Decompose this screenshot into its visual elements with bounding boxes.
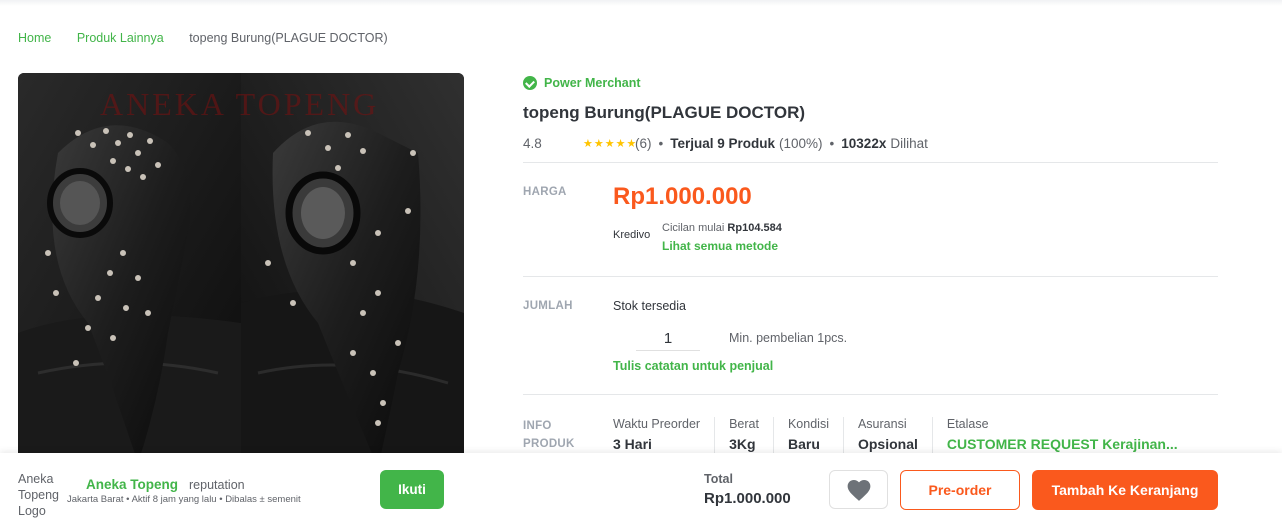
divider (523, 394, 1218, 395)
breadcrumb: Home Produk Lainnya topeng Burung(PLAGUE… (18, 31, 410, 45)
installment-info: Cicilan mulai Rp104.584 (662, 222, 782, 234)
quantity-label: JUMLAH (523, 300, 573, 312)
rating-stars-icon: ★★★★★ (583, 138, 638, 150)
info-key: Berat (729, 417, 759, 431)
price-value: Rp1.000.000 (613, 183, 752, 210)
product-stats: 4.8 ★★★★★ (6) • Terjual 9 Produk (100%) … (523, 136, 928, 151)
bottom-action-bar: Aneka Topeng Logo Aneka Topeng reputatio… (0, 453, 1282, 520)
separator-dot: • (829, 136, 835, 151)
info-key: Kondisi (787, 417, 829, 431)
verified-badge-icon (523, 76, 537, 90)
sold-percentage: (100%) (779, 136, 823, 151)
follow-button[interactable]: Ikuti (380, 470, 444, 509)
shop-name-link[interactable]: Aneka Topeng (86, 477, 178, 492)
info-col-condition: Kondisi Baru (788, 417, 844, 457)
power-merchant-label: Power Merchant (544, 76, 641, 90)
product-info-columns: Waktu Preorder 3 Hari Berat 3Kg Kondisi … (613, 417, 1206, 457)
heart-icon (847, 479, 870, 501)
installment-prefix: Cicilan mulai (662, 222, 725, 234)
rating-value: 4.8 (523, 136, 542, 151)
seller-note-link[interactable]: Tulis catatan untuk penjual (613, 359, 773, 373)
price-label: HARGA (523, 186, 567, 198)
info-key: Waktu Preorder (613, 417, 701, 431)
info-col-preorder: Waktu Preorder 3 Hari (613, 417, 716, 457)
wishlist-button[interactable] (829, 470, 888, 509)
sold-count: Terjual 9 Produk (670, 136, 776, 151)
min-purchase-text: Min. pembelian 1pcs. (729, 331, 848, 345)
info-col-insurance: Asuransi Opsional (858, 417, 933, 457)
preorder-button[interactable]: Pre-order (900, 470, 1020, 510)
info-col-etalase: Etalase CUSTOMER REQUEST Kerajinan... (947, 417, 1192, 457)
total-value: Rp1.000.000 (704, 490, 791, 507)
review-count[interactable]: (6) (635, 136, 652, 151)
product-image[interactable]: ANEKA TOPENG (18, 73, 464, 473)
views-count: 10322x (841, 136, 887, 151)
shop-reputation: reputation (189, 478, 245, 492)
separator-dot: • (658, 136, 664, 151)
kredivo-logo: Kredivo (613, 229, 651, 241)
info-key: Etalase (946, 417, 989, 431)
quantity-input[interactable] (636, 327, 700, 351)
top-strip (0, 0, 1282, 6)
info-key: Asuransi (857, 417, 907, 431)
info-value: Opsional (857, 436, 918, 452)
power-merchant-badge: Power Merchant (523, 76, 641, 90)
see-all-methods-link[interactable]: Lihat semua metode (662, 239, 778, 253)
info-value: Baru (787, 436, 820, 452)
info-label-line1: INFO (523, 420, 552, 432)
shop-meta: Jakarta Barat • Aktif 8 jam yang lalu • … (67, 494, 301, 505)
etalase-link[interactable]: CUSTOMER REQUEST Kerajinan... (947, 436, 1178, 452)
product-title: topeng Burung(PLAGUE DOCTOR) (523, 103, 806, 122)
views-label: Dilihat (890, 136, 928, 151)
divider (523, 276, 1218, 277)
info-value: 3Kg (729, 436, 756, 452)
breadcrumb-home-link[interactable]: Home (18, 31, 51, 45)
product-photo: ANEKA TOPENG (18, 73, 464, 473)
shop-logo[interactable]: Aneka Topeng Logo (18, 471, 66, 519)
info-label-line2: PRODUK (523, 438, 575, 450)
breadcrumb-category-link[interactable]: Produk Lainnya (77, 31, 164, 45)
total-label: Total (704, 472, 733, 486)
add-to-cart-button[interactable]: Tambah Ke Keranjang (1032, 470, 1218, 510)
stock-available-label: Stok tersedia (613, 299, 686, 313)
info-value: 3 Hari (613, 436, 652, 452)
photo-watermark: ANEKA TOPENG (100, 86, 379, 122)
divider (523, 162, 1218, 163)
breadcrumb-current: topeng Burung(PLAGUE DOCTOR) (189, 31, 388, 45)
installment-value: Rp104.584 (727, 222, 782, 234)
info-col-weight: Berat 3Kg (729, 417, 774, 457)
